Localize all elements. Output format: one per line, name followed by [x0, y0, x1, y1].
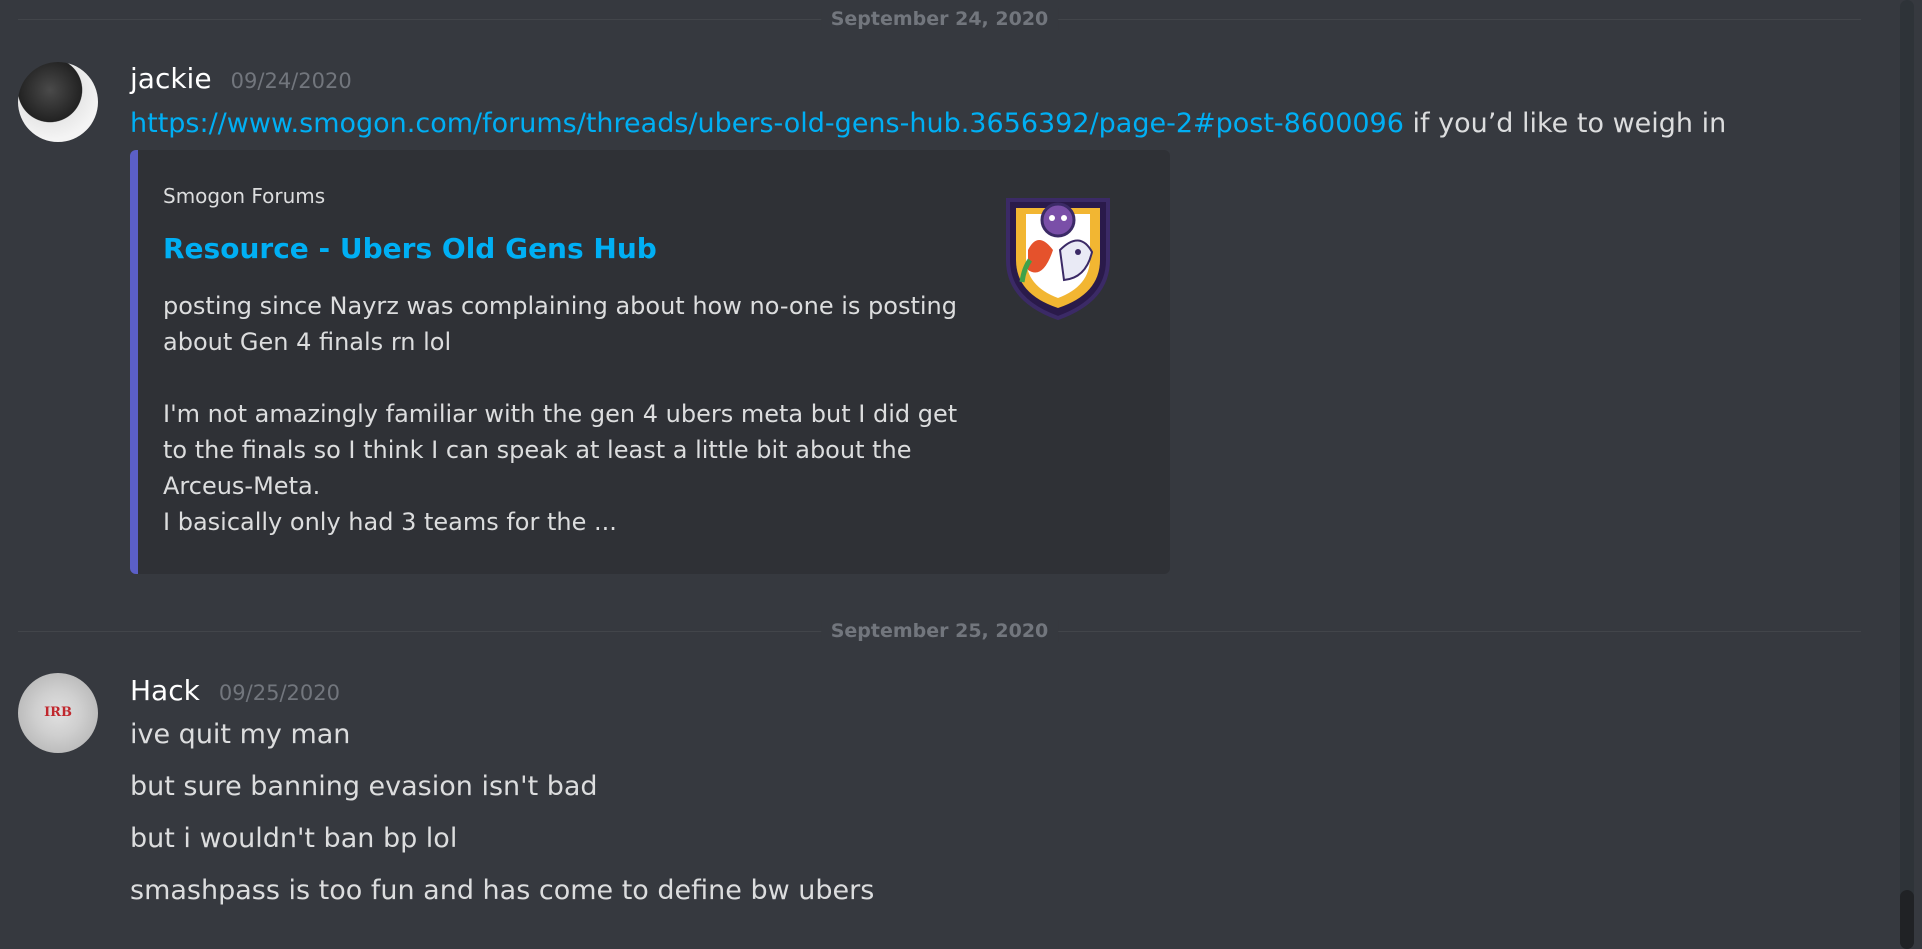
- date-divider-label: September 25, 2020: [820, 620, 1059, 642]
- message-link[interactable]: https://www.smogon.com/forums/threads/ub…: [130, 108, 1404, 139]
- message-header: Hack 09/25/2020: [130, 674, 340, 707]
- timestamp: 09/24/2020: [230, 69, 352, 93]
- embed-title[interactable]: Resource - Ubers Old Gens Hub: [163, 232, 657, 265]
- link-embed: Smogon Forums Resource - Ubers Old Gens …: [130, 150, 1170, 574]
- scrollbar-track[interactable]: [1900, 0, 1914, 949]
- message-text: smashpass is too fun and has come to def…: [130, 875, 875, 906]
- date-divider: September 24, 2020: [18, 8, 1861, 30]
- message-header: jackie 09/24/2020: [130, 62, 352, 95]
- smogon-crest-icon[interactable]: [998, 190, 1118, 322]
- avatar[interactable]: IRB: [18, 673, 98, 753]
- message-text: if you’d like to weigh in: [1403, 108, 1727, 139]
- message-text: ive quit my man: [130, 719, 351, 750]
- message-line: https://www.smogon.com/forums/threads/ub…: [130, 107, 1726, 141]
- date-divider: September 25, 2020: [18, 620, 1861, 642]
- timestamp: 09/25/2020: [218, 681, 340, 705]
- date-divider-label: September 24, 2020: [820, 8, 1059, 30]
- message-text: but sure banning evasion isn't bad: [130, 771, 598, 802]
- embed-description: posting since Nayrz was complaining abou…: [163, 292, 958, 536]
- avatar-emblem: IRB: [44, 705, 72, 720]
- username[interactable]: jackie: [130, 62, 212, 95]
- message-text: but i wouldn't ban bp lol: [130, 823, 458, 854]
- avatar[interactable]: [18, 62, 98, 142]
- embed-provider[interactable]: Smogon Forums: [163, 184, 325, 208]
- scrollbar-thumb[interactable]: [1900, 890, 1914, 949]
- chat-viewport: September 24, 2020 jackie 09/24/2020 htt…: [0, 0, 1922, 949]
- username[interactable]: Hack: [130, 674, 200, 707]
